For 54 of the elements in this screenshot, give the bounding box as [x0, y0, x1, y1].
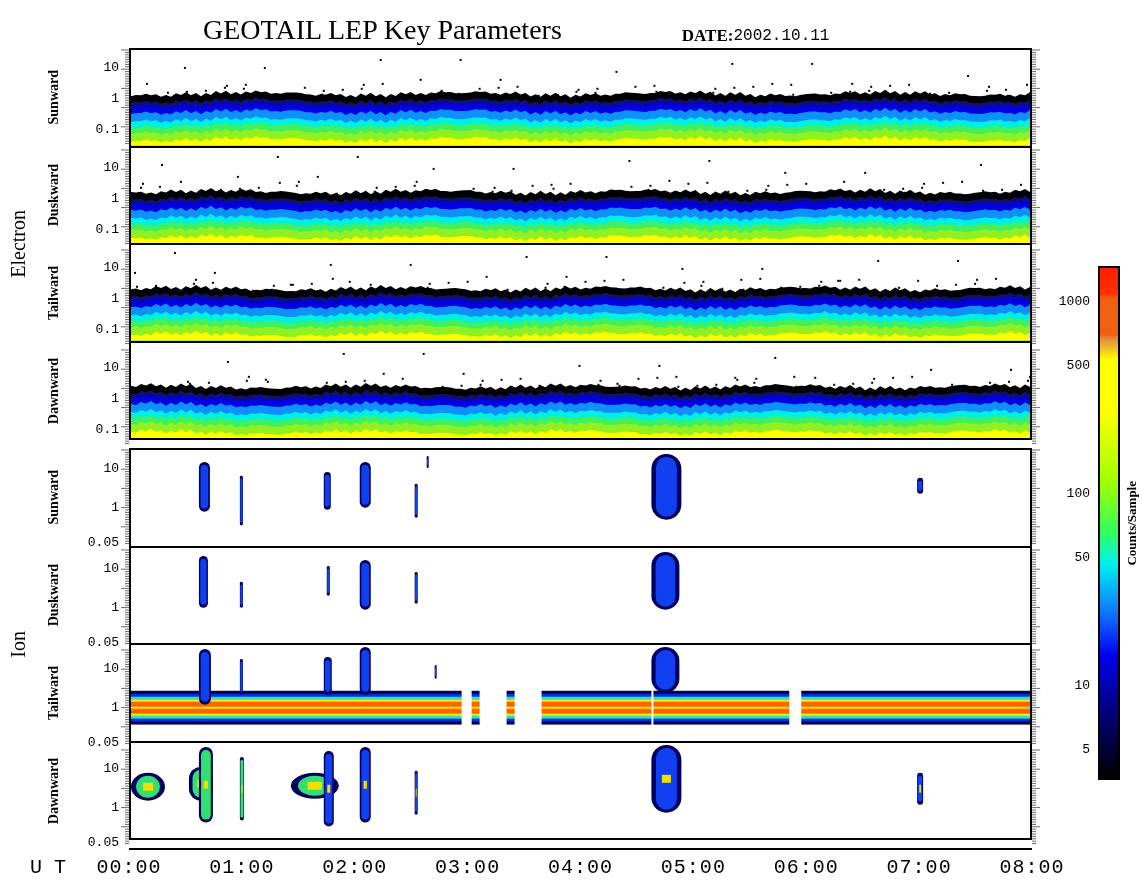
date-label: DATE: — [681, 27, 734, 44]
y-tick-label: 1 — [111, 191, 119, 205]
x-tick-label: 06:00 — [773, 858, 839, 878]
panel-label: Dawnward — [47, 757, 61, 825]
colorbar-tick-label: 500 — [1066, 358, 1090, 372]
x-tick-label: 07:00 — [886, 858, 952, 878]
y-tick-label: 0.05 — [87, 635, 119, 649]
y-tick-label: 1 — [111, 391, 119, 405]
panel-label: Duskward — [47, 163, 61, 227]
y-tick-label: 0.1 — [95, 222, 119, 236]
y-tick-label: 0.05 — [87, 735, 119, 749]
y-tick-label: 1 — [111, 600, 119, 614]
y-tick-label: 1 — [111, 700, 119, 714]
colorbar-tick-label: 50 — [1074, 550, 1090, 564]
panel-label: Dawnward — [47, 357, 61, 425]
y-tick-label: 10 — [103, 260, 119, 274]
panel-label: Sunward — [47, 469, 61, 525]
y-tick-label: 10 — [103, 661, 119, 675]
panel-label: Duskward — [47, 563, 61, 627]
y-tick-label: 1 — [111, 91, 119, 105]
x-tick-label: 05:00 — [660, 858, 726, 878]
panel-label: Sunward — [47, 69, 61, 125]
x-tick-label: 03:00 — [435, 858, 501, 878]
x-tick-label: 08:00 — [999, 858, 1065, 878]
colorbar-tick-label: 1000 — [1058, 294, 1090, 308]
y-tick-label: 1 — [111, 500, 119, 514]
y-tick-label: 0.05 — [87, 835, 119, 849]
group-label: Electron — [8, 210, 28, 278]
y-tick-label: 10 — [103, 761, 119, 775]
y-tick-label: 0.1 — [95, 322, 119, 336]
y-tick-label: 0.1 — [95, 422, 119, 436]
y-tick-label: 10 — [103, 561, 119, 575]
x-tick-label: 00:00 — [96, 858, 162, 878]
y-tick-label: 10 — [103, 160, 119, 174]
y-tick-label: 1 — [111, 800, 119, 814]
x-tick-label: 02:00 — [322, 858, 388, 878]
chart-title: GEOTAIL LEP Key Parameters — [203, 16, 562, 44]
panel-label: Tailward — [47, 666, 61, 720]
y-tick-label: 0.05 — [87, 535, 119, 549]
x-axis-label: U T — [30, 858, 66, 878]
y-tick-label: 1 — [111, 291, 119, 305]
y-tick-label: 10 — [103, 360, 119, 374]
colorbar-label: Counts/Sample — [1124, 480, 1138, 566]
panel-label: Tailward — [47, 266, 61, 320]
y-tick-label: 0.1 — [95, 122, 119, 136]
colorbar-tick-label: 100 — [1066, 486, 1090, 500]
group-label: Ion — [8, 630, 28, 658]
x-tick-label: 04:00 — [548, 858, 613, 878]
y-tick-label: 10 — [103, 60, 119, 74]
y-tick-label: 10 — [103, 461, 119, 475]
colorbar-tick-label: 10 — [1074, 678, 1090, 692]
x-tick-label: 01:00 — [209, 858, 275, 878]
date-value: 2002.10.11 — [733, 28, 830, 44]
colorbar-tick-label: 5 — [1082, 742, 1090, 756]
